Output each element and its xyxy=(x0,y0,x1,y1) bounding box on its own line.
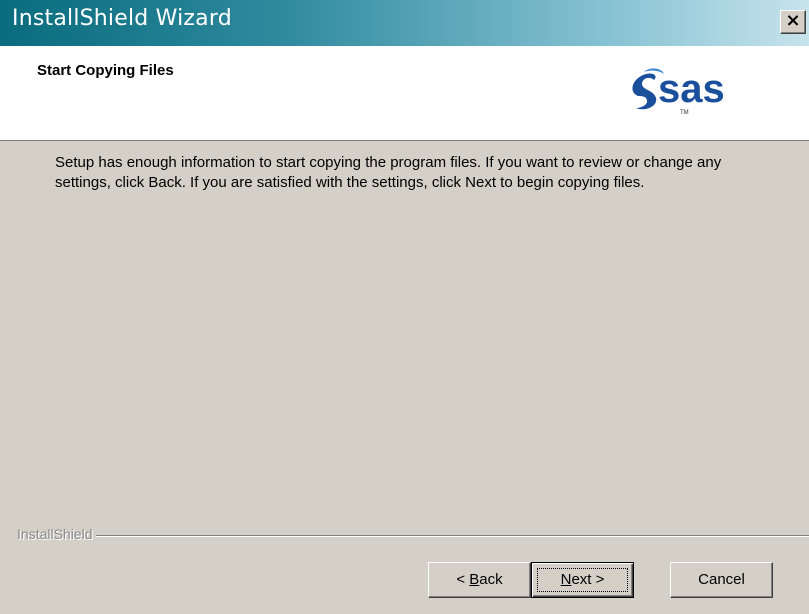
page-title: Start Copying Files xyxy=(37,62,174,79)
close-button[interactable]: × xyxy=(780,10,806,34)
installshield-brand-label: InstallShield xyxy=(17,526,93,542)
cancel-button[interactable]: Cancel xyxy=(670,562,773,598)
focus-rectangle xyxy=(537,568,628,592)
sas-logo-icon: sas TM xyxy=(632,67,725,116)
sas-logo-tm: TM xyxy=(680,110,689,116)
back-button-mnemonic: B xyxy=(469,571,480,588)
instructions-text: Setup has enough information to start co… xyxy=(55,154,722,191)
close-icon: × xyxy=(785,10,801,31)
back-button-prefix: < xyxy=(456,571,470,588)
installshield-wizard-window: InstallShield Wizard × Start Copying Fil… xyxy=(0,0,809,614)
next-button[interactable]: Next > xyxy=(531,562,634,598)
title-bar[interactable]: InstallShield Wizard × xyxy=(0,0,809,46)
sas-logo-text: sas xyxy=(658,67,725,111)
back-button[interactable]: < Back xyxy=(428,562,531,598)
back-button-rest: ack xyxy=(479,571,503,588)
brand-divider xyxy=(96,535,809,537)
window-title: InstallShield Wizard xyxy=(12,6,232,31)
